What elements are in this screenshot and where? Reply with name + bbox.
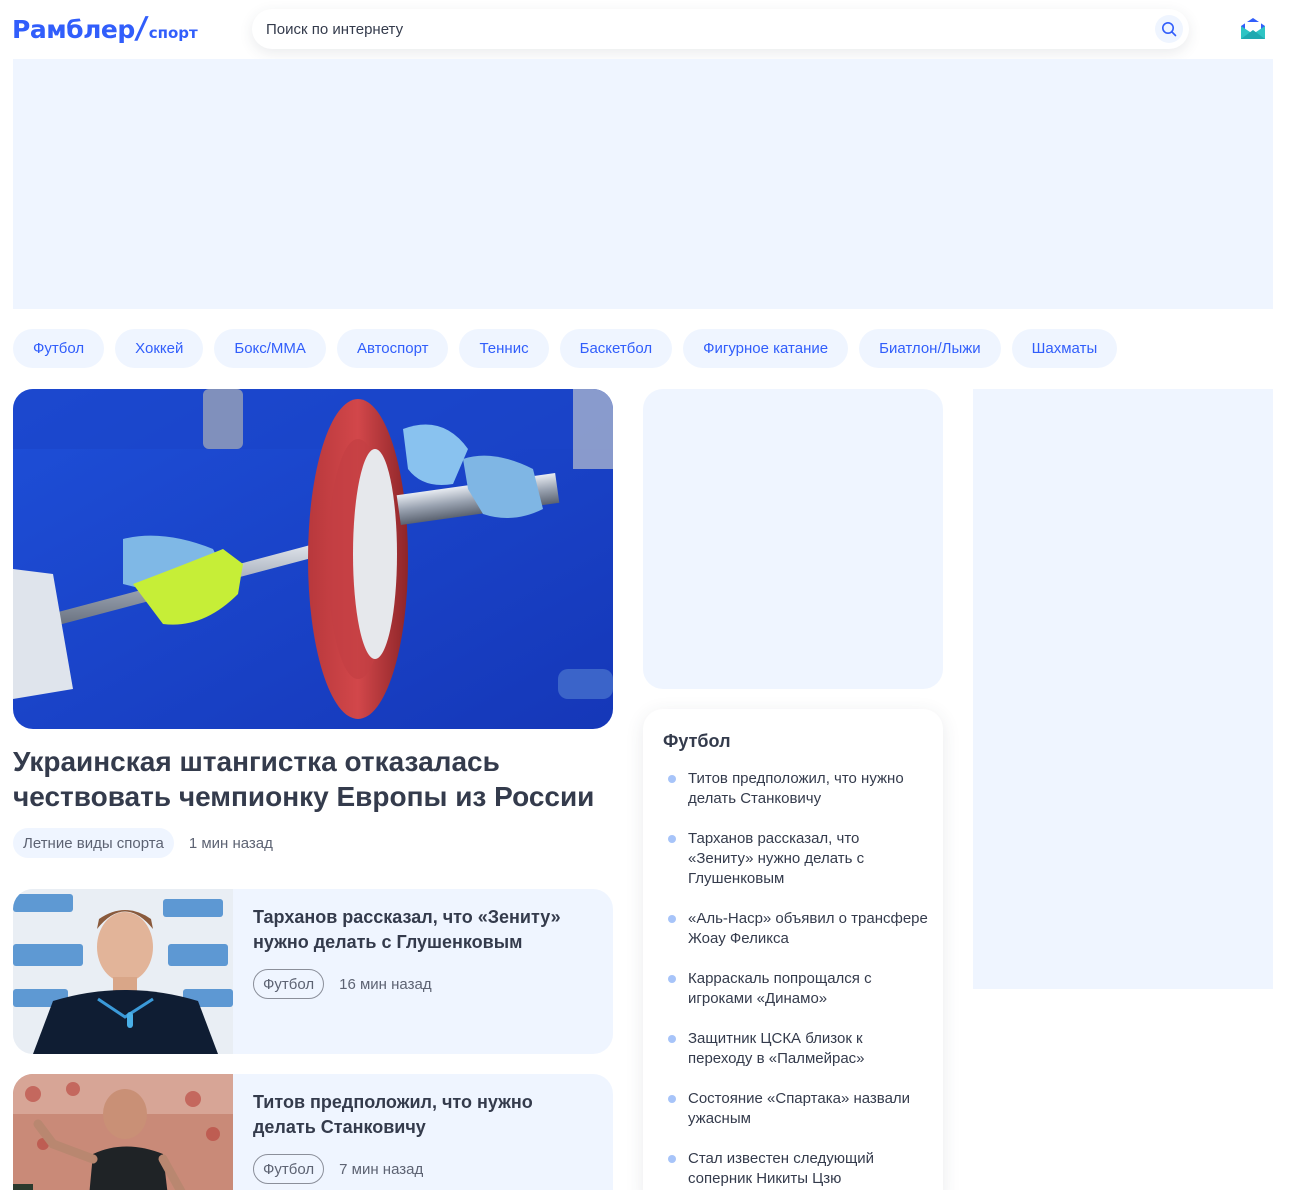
topic-boxing-mma[interactable]: Бокс/ММА [214, 329, 326, 368]
football-news-item[interactable]: Стал известен следующий соперник Никиты … [663, 1149, 928, 1189]
news-card-title: Титов предположил, что нужно делать Стан… [253, 1092, 533, 1137]
topic-tennis[interactable]: Теннис [459, 329, 549, 368]
search-button[interactable] [1155, 15, 1183, 43]
topic-basketball[interactable]: Баскетбол [559, 329, 673, 368]
topic-figure-skating[interactable]: Фигурное катание [683, 329, 849, 368]
football-news-item[interactable]: Карраскаль попрощался с игроками «Динамо… [663, 969, 928, 1009]
middle-ad [643, 389, 943, 689]
topics-nav: Футбол Хоккей Бокс/ММА Автоспорт Теннис … [13, 329, 1118, 368]
bullet-dot [668, 775, 676, 783]
logo-sub-text: спорт [148, 24, 198, 42]
topic-hockey[interactable]: Хоккей [115, 329, 204, 368]
zenit-player-photo [13, 889, 233, 1054]
right-ad [973, 389, 1273, 989]
topic-autosport[interactable]: Автоспорт [336, 329, 449, 368]
football-news-list: Титов предположил, что нужно делать Стан… [663, 769, 928, 1190]
football-news-item[interactable]: Состояние «Спартака» назвали ужасным [663, 1089, 928, 1129]
mail-icon [1241, 18, 1265, 39]
football-news-item[interactable]: «Аль-Наср» объявил о трансфере Жоау Фели… [663, 909, 928, 949]
football-news-text: Состояние «Спартака» назвали ужасным [688, 1090, 911, 1127]
football-news-item[interactable]: Защитник ЦСКА близок к переходу в «Палме… [663, 1029, 928, 1069]
main-article-title[interactable]: Украинская штангистка отказалась чествов… [13, 744, 613, 814]
football-news-text: Карраскаль попрощался с игроками «Динамо… [688, 970, 872, 1007]
header: Рамблер / спорт [0, 0, 1292, 59]
news-card-image [13, 889, 233, 1054]
news-card-title: Тарханов рассказал, что «Зениту» нужно д… [253, 907, 561, 952]
topic-chess[interactable]: Шахматы [1011, 329, 1118, 368]
bullet-dot [668, 975, 676, 983]
coach-photo [13, 1074, 233, 1190]
ad-banner [13, 59, 1273, 309]
bullet-dot [668, 1155, 676, 1163]
topic-biathlon-ski[interactable]: Биатлон/Лыжи [859, 329, 1001, 368]
news-card-meta: Футбол 16 мин назад [253, 969, 432, 999]
news-card-meta: Футбол 7 мин назад [253, 1154, 423, 1184]
news-card-image [13, 1074, 233, 1190]
football-news-text: Титов предположил, что нужно делать Стан… [688, 770, 904, 807]
news-card-tag[interactable]: Футбол [253, 969, 325, 999]
news-card-time: 7 мин назад [339, 1160, 424, 1178]
bullet-dot [668, 835, 676, 843]
football-news-text: Тарханов рассказал, что «Зениту» нужно д… [688, 830, 865, 887]
search-icon [1162, 22, 1177, 37]
search-input[interactable] [266, 9, 1146, 49]
main-article-time: 1 мин назад [188, 834, 273, 852]
news-card-time: 16 мин назад [339, 975, 432, 993]
barbell-photo [13, 389, 613, 729]
football-news-item[interactable]: Титов предположил, что нужно делать Стан… [663, 769, 928, 809]
bullet-dot [668, 1095, 676, 1103]
bullet-dot [668, 915, 676, 923]
main-article-image[interactable] [13, 389, 613, 729]
football-news-text: Защитник ЦСКА близок к переходу в «Палме… [688, 1030, 865, 1067]
logo-slash: / [133, 11, 150, 46]
news-card[interactable]: Тарханов рассказал, что «Зениту» нужно д… [13, 889, 613, 1054]
news-card-tag[interactable]: Футбол [253, 1154, 325, 1184]
rambler-sport-logo[interactable]: Рамблер / спорт [12, 11, 198, 46]
mail-button[interactable] [1239, 17, 1267, 41]
main-article-tag[interactable]: Летние виды спорта [13, 828, 174, 858]
topic-football[interactable]: Футбол [13, 329, 105, 368]
bullet-dot [668, 1035, 676, 1043]
football-news-text: «Аль-Наср» объявил о трансфере Жоау Фели… [688, 910, 928, 947]
football-news-widget: Футбол Титов предположил, что нужно дела… [643, 709, 943, 1190]
logo-main-text: Рамблер [12, 15, 135, 44]
football-news-text: Стал известен следующий соперник Никиты … [688, 1150, 875, 1187]
search-bar [252, 9, 1189, 49]
news-card[interactable]: Титов предположил, что нужно делать Стан… [13, 1074, 613, 1190]
main-article-meta: Летние виды спорта 1 мин назад [13, 828, 273, 858]
football-widget-title[interactable]: Футбол [663, 731, 731, 752]
football-news-item[interactable]: Тарханов рассказал, что «Зениту» нужно д… [663, 829, 928, 889]
